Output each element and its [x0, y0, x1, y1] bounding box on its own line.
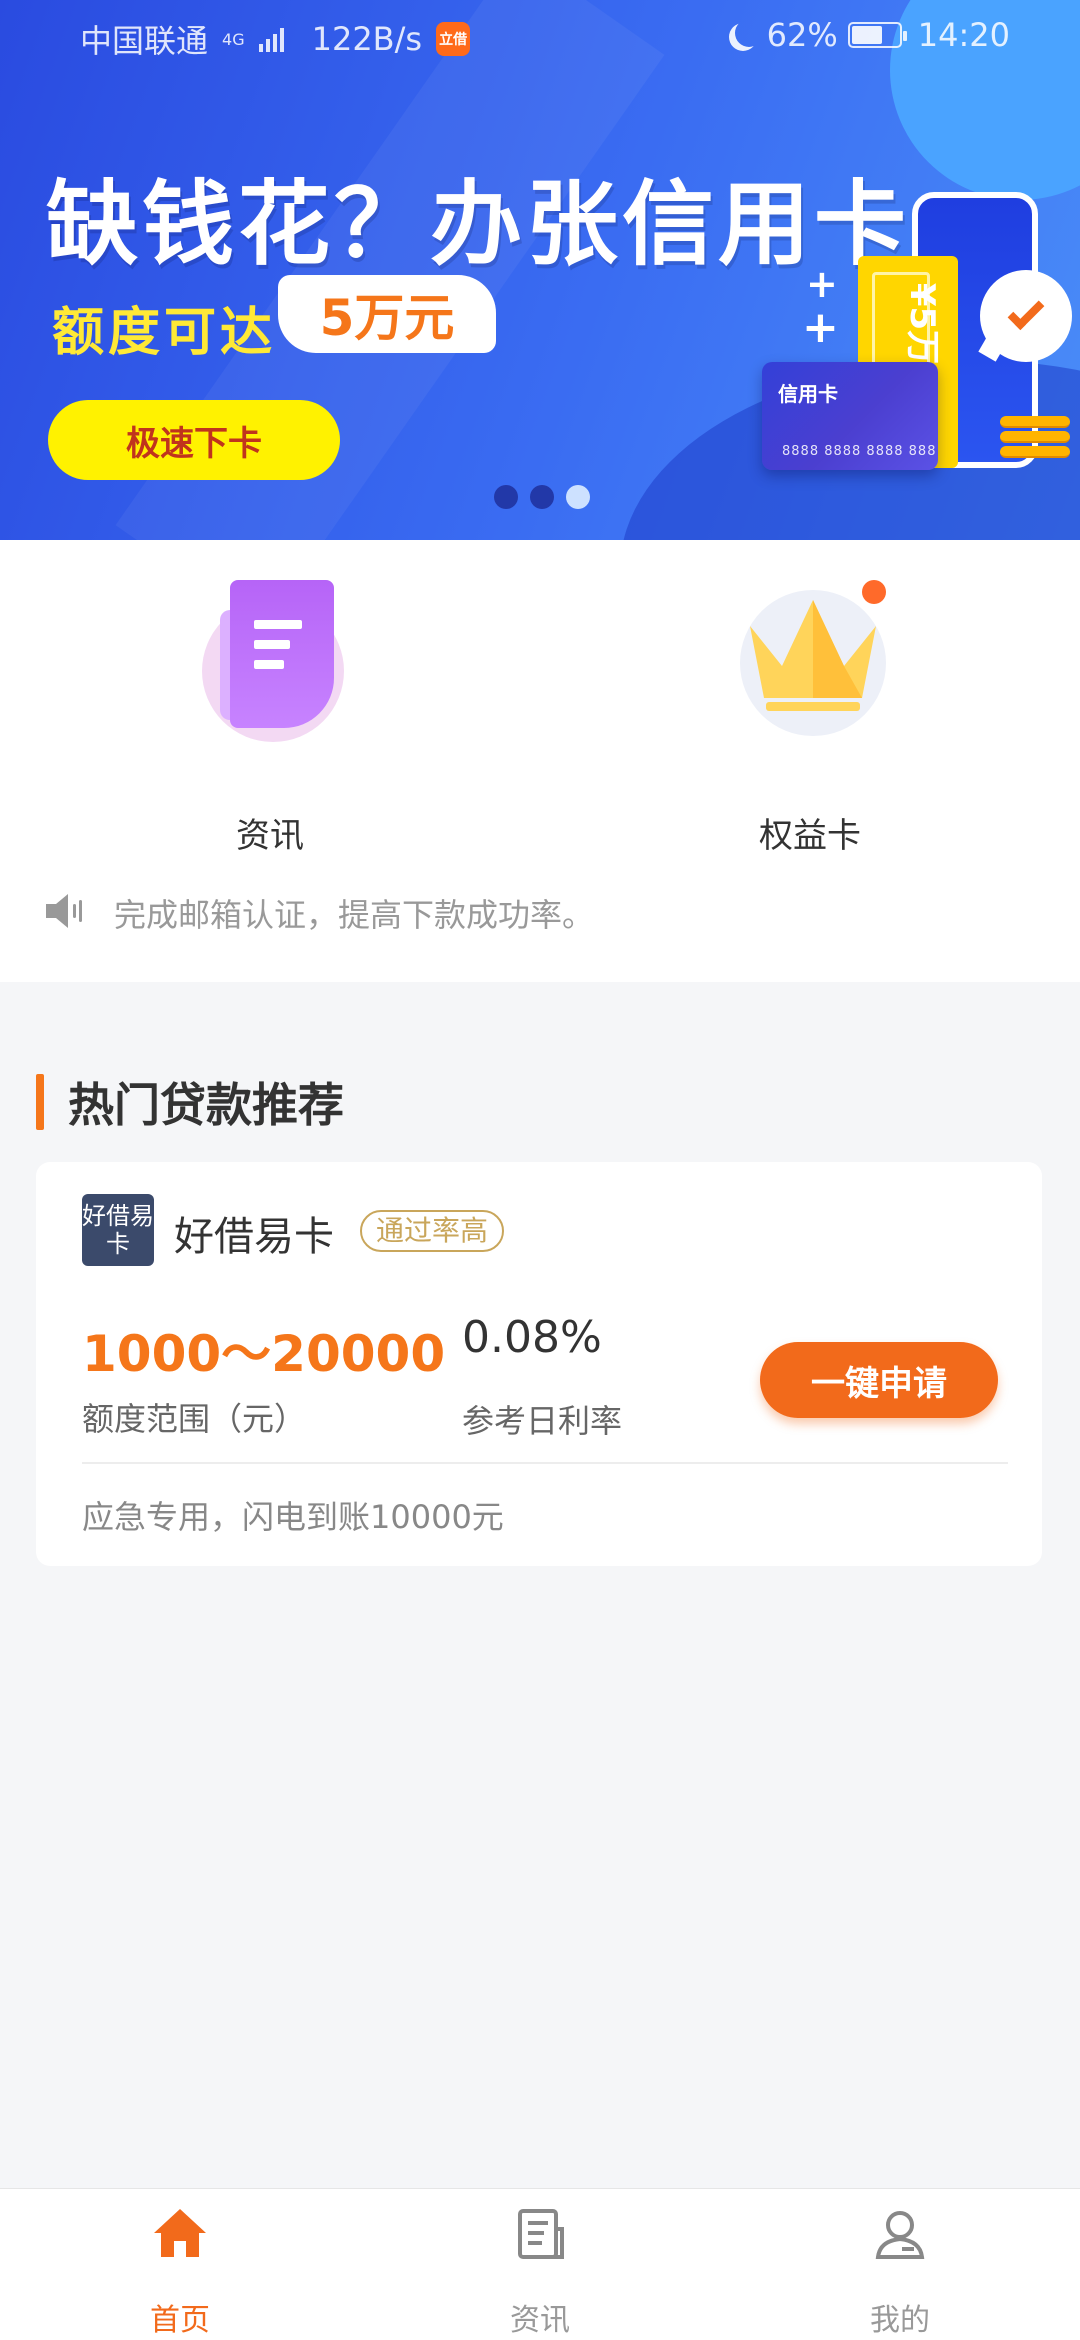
- check-bubble-icon: [980, 270, 1072, 362]
- battery-percent: 62%: [766, 16, 838, 54]
- apply-button[interactable]: 一键申请: [760, 1342, 998, 1418]
- home-icon: [154, 2209, 206, 2257]
- quick-card-button[interactable]: 极速下卡: [48, 400, 340, 480]
- notification-dot: [862, 580, 886, 604]
- sparkle-icon: +: [806, 262, 838, 306]
- banner-subtitle: 额度可达: [52, 303, 277, 363]
- news-icon: [518, 2209, 564, 2259]
- quick-item-label: 资讯: [236, 816, 304, 856]
- carousel-dot: [530, 485, 554, 509]
- signal-icon: [258, 26, 284, 52]
- sparkle-icon: +: [802, 302, 839, 353]
- loan-product-card[interactable]: 好借易卡 好借易卡 通过率高 1000～20000 额度范围（元） 0.08% …: [36, 1162, 1042, 1566]
- promo-banner[interactable]: 中国联通 4G 122B/s 立借 62% 14:20 缺钱花？办张信用卡 额度…: [0, 0, 1080, 540]
- status-bar: 中国联通 4G 122B/s 立借 62% 14:20: [0, 14, 1080, 62]
- notice-text: 完成邮箱认证，提高下款成功率。: [114, 896, 595, 934]
- carrier-name: 中国联通: [80, 22, 209, 60]
- moon-icon: [735, 19, 763, 47]
- quick-menu: 资讯 权益卡 完成邮箱认证，提高下款成功率。: [0, 540, 1080, 982]
- quick-item-label: 权益卡: [759, 816, 861, 856]
- carousel-indicator: [494, 485, 590, 509]
- loan-amount-label: 额度范围（元）: [82, 1400, 307, 1438]
- loan-description: 应急专用，闪电到账10000元: [82, 1498, 504, 1536]
- document-icon: [200, 580, 346, 742]
- loan-amount-range: 1000～20000: [82, 1325, 446, 1383]
- network-type: 4G: [222, 29, 245, 49]
- banner-headline: 缺钱花？办张信用卡: [46, 171, 911, 278]
- network-speed: 122B/s: [311, 20, 423, 58]
- section-header: 热门贷款推荐: [36, 1072, 344, 1132]
- speaker-icon: [46, 894, 82, 928]
- user-icon: [875, 2211, 925, 2259]
- loan-name: 好借易卡: [174, 1214, 334, 1260]
- loan-rate: 0.08%: [462, 1312, 602, 1363]
- notice-bar[interactable]: 完成邮箱认证，提高下款成功率。: [0, 870, 1080, 950]
- coins-illustration: [1000, 416, 1070, 472]
- crown-icon: [740, 580, 886, 736]
- clock: 14:20: [917, 16, 1010, 54]
- divider: [82, 1462, 1008, 1464]
- tab-label: 首页: [150, 2303, 210, 2338]
- banner-amount: 5万元: [278, 275, 496, 353]
- bottom-tab-bar: 首页 资讯 我的: [0, 2188, 1080, 2340]
- carousel-dot: [494, 485, 518, 509]
- loan-rate-label: 参考日利率: [462, 1402, 623, 1440]
- carousel-dot-active: [566, 485, 590, 509]
- loan-tag: 通过率高: [360, 1210, 505, 1252]
- credit-card-illustration: 信用卡 8888 8888 8888 888: [762, 362, 938, 470]
- battery-icon: [847, 22, 907, 48]
- app-notification-icon: 立借: [436, 22, 471, 56]
- loan-logo: 好借易卡: [82, 1194, 154, 1266]
- section-accent-bar: [36, 1074, 44, 1130]
- section-title: 热门贷款推荐: [68, 1078, 344, 1132]
- tab-label: 我的: [870, 2303, 930, 2338]
- tab-label: 资讯: [510, 2303, 570, 2338]
